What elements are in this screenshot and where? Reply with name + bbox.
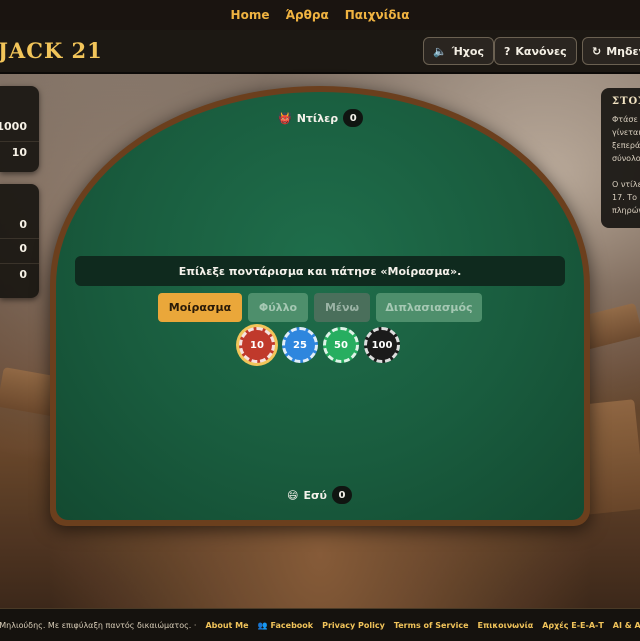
sound-button[interactable]: 🔈 Ήχος bbox=[423, 37, 494, 65]
users-icon: 👥 bbox=[257, 620, 268, 630]
chip-10[interactable]: 10 bbox=[239, 327, 275, 363]
divider bbox=[0, 263, 39, 264]
nav-home-link[interactable]: Home bbox=[231, 8, 270, 22]
goal-text-line: σύνολο bbox=[612, 154, 640, 163]
nav-games-link[interactable]: Παιχνίδια bbox=[345, 8, 410, 22]
wins-value: 0 bbox=[19, 218, 27, 231]
game-header: JACK 21 🔈 Ήχος ? Κανόνες ↻ Μηδεν bbox=[0, 30, 640, 74]
footer-contact-link[interactable]: Επικοινωνία bbox=[478, 621, 534, 630]
goal-panel-title: ΣΤΟΧ bbox=[612, 96, 640, 107]
dealer-tag: 👹 Ντίλερ 0 bbox=[278, 109, 364, 127]
goal-text-line: γίνεται bbox=[612, 128, 640, 137]
top-navigation: Home Άρθρα Παιχνίδια bbox=[0, 0, 640, 31]
score-panel: 0 0 0 bbox=[0, 184, 39, 298]
status-message: Επίλεξε ποντάρισμα και πάτησε «Μοίρασμα»… bbox=[75, 256, 565, 286]
goal-panel: ΣΤΟΧ Φτάσε σ γίνεται ξεπεράσ σύνολο Ο ντ… bbox=[601, 88, 640, 228]
sound-button-label: Ήχος bbox=[451, 44, 484, 58]
divider bbox=[0, 238, 39, 239]
hit-button[interactable]: Φύλλο bbox=[248, 293, 308, 322]
game-title: JACK 21 bbox=[0, 38, 103, 63]
rules-button[interactable]: ? Κανόνες bbox=[494, 37, 577, 65]
footer-ai-link[interactable]: AI & Ανθρ bbox=[613, 621, 640, 630]
goal-text-line: ξεπεράσ bbox=[612, 141, 640, 150]
rules-button-label: Κανόνες bbox=[515, 44, 567, 58]
goal-text-line: πληρών bbox=[612, 206, 640, 215]
goal-text-line: Φτάσε σ bbox=[612, 115, 640, 124]
copyright-text: ς Μηλιούδης. Με επιφύλαξη παντός δικαιώμ… bbox=[0, 620, 197, 630]
losses-value: 0 bbox=[19, 242, 27, 255]
pushes-value: 0 bbox=[19, 268, 27, 281]
player-face-icon: 😄 bbox=[287, 488, 299, 502]
chip-100[interactable]: 100 bbox=[364, 327, 400, 363]
bet-value: 10 bbox=[11, 146, 27, 159]
reset-button[interactable]: ↻ Μηδεν bbox=[582, 37, 640, 65]
footer-terms-link[interactable]: Terms of Service bbox=[394, 621, 469, 630]
chip-25[interactable]: 25 bbox=[282, 327, 318, 363]
dealer-label: Ντίλερ bbox=[296, 111, 339, 125]
question-icon: ? bbox=[504, 44, 511, 58]
divider bbox=[0, 141, 39, 142]
reset-button-label: Μηδεν bbox=[606, 44, 640, 58]
deal-button[interactable]: Μοίρασμα bbox=[158, 293, 242, 322]
speaker-icon: 🔈 bbox=[433, 44, 447, 58]
dealer-count: 0 bbox=[343, 109, 364, 127]
double-button[interactable]: Διπλασιασμός bbox=[376, 293, 482, 322]
footer-privacy-link[interactable]: Privacy Policy bbox=[322, 621, 385, 630]
page-footer: ς Μηλιούδης. Με επιφύλαξη παντός δικαιώμ… bbox=[0, 608, 640, 641]
player-label: Εσύ bbox=[303, 488, 327, 502]
footer-facebook-link[interactable]: Facebook bbox=[271, 621, 314, 630]
player-count: 0 bbox=[331, 486, 352, 504]
dealer-face-icon: 👹 bbox=[278, 111, 292, 125]
goal-text-line: Ο ντίλε bbox=[612, 180, 640, 189]
footer-about-link[interactable]: About Me bbox=[205, 621, 248, 630]
balance-panel: 1000 10 bbox=[0, 86, 39, 172]
chip-50[interactable]: 50 bbox=[323, 327, 359, 363]
stand-button[interactable]: Μένω bbox=[314, 293, 370, 322]
balance-value: 1000 bbox=[0, 120, 27, 133]
footer-eeat-link[interactable]: Αρχές Ε-Ε-Α-Τ bbox=[542, 621, 604, 630]
nav-articles-link[interactable]: Άρθρα bbox=[285, 8, 328, 22]
player-tag: 😄 Εσύ 0 bbox=[287, 486, 352, 504]
goal-text-line: 17. Το φ bbox=[612, 193, 640, 202]
refresh-icon: ↻ bbox=[592, 44, 602, 58]
